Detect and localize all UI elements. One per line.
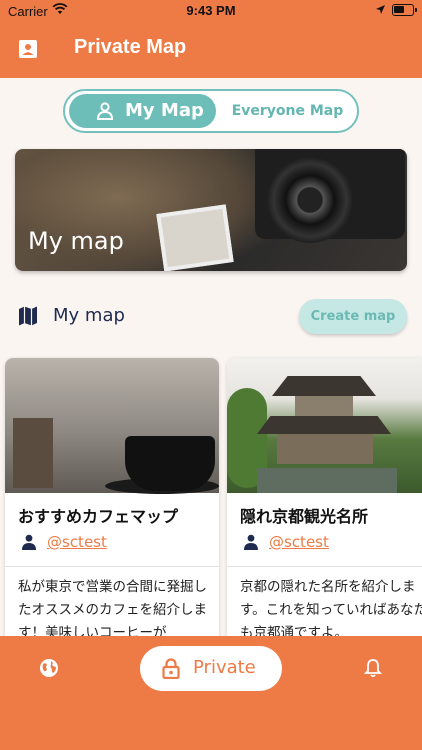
banner-camera-lens bbox=[267, 157, 353, 243]
profile-card-icon[interactable] bbox=[18, 39, 38, 59]
card-description: 京都の隠れた名所を紹介します。これを知っていればあなたも京都通ですよ。 bbox=[240, 579, 422, 641]
private-button-label: Private bbox=[193, 657, 256, 678]
person-icon bbox=[96, 102, 114, 120]
card-image-cafe bbox=[5, 358, 219, 494]
card-image-chair bbox=[13, 418, 53, 488]
card-title: 隠れ京都観光名所 bbox=[240, 507, 369, 526]
map-card[interactable]: おすすめカフェマップ @sctest 私が東京で営業の合間に発掘したオススメのカ… bbox=[5, 358, 219, 648]
map-scope-toggle: My Map Everyone Map bbox=[63, 89, 359, 133]
tab-my-map-label: My Map bbox=[125, 100, 204, 121]
globe-icon[interactable] bbox=[39, 658, 59, 678]
tab-everyone-map[interactable]: Everyone Map bbox=[222, 94, 353, 128]
card-image-pond bbox=[257, 468, 397, 493]
card-user-link[interactable]: @sctest bbox=[269, 533, 329, 551]
card-divider bbox=[5, 566, 219, 567]
status-bar: Carrier 9:43 PM bbox=[0, 0, 422, 22]
bell-icon[interactable] bbox=[363, 658, 383, 678]
app-header: Private Map bbox=[0, 22, 422, 78]
card-image-wall-upper bbox=[295, 396, 353, 416]
banner-label: My map bbox=[28, 227, 124, 255]
card-divider bbox=[227, 566, 422, 567]
user-icon bbox=[22, 534, 36, 550]
lock-icon bbox=[162, 658, 180, 679]
my-map-banner[interactable]: My map bbox=[15, 149, 407, 271]
map-icon bbox=[19, 306, 37, 326]
page-title: Private Map bbox=[74, 36, 187, 58]
card-image-wall-lower bbox=[277, 434, 373, 464]
battery-icon bbox=[392, 4, 417, 16]
card-image-roof-upper bbox=[272, 376, 376, 396]
card-image-cup bbox=[125, 436, 215, 491]
clock: 9:43 PM bbox=[186, 3, 236, 18]
bottom-nav: Private bbox=[0, 636, 422, 750]
location-arrow-icon bbox=[376, 5, 385, 14]
create-map-button[interactable]: Create map bbox=[299, 299, 407, 334]
card-user-link[interactable]: @sctest bbox=[47, 533, 107, 551]
section-title: My map bbox=[53, 305, 125, 326]
private-button[interactable]: Private bbox=[140, 646, 282, 691]
banner-photo-print bbox=[156, 204, 234, 271]
tab-my-map[interactable]: My Map bbox=[69, 94, 216, 128]
card-image-roof-lower bbox=[257, 416, 391, 434]
map-card[interactable]: 隠れ京都観光名所 @sctest 京都の隠れた名所を紹介します。これを知っていれ… bbox=[227, 358, 422, 648]
card-description: 私が東京で営業の合間に発掘したオススメのカフェを紹介します！美味しいコーヒーが bbox=[18, 579, 207, 641]
user-icon bbox=[244, 534, 258, 550]
card-title: おすすめカフェマップ bbox=[18, 507, 179, 526]
card-image-temple bbox=[227, 358, 422, 493]
